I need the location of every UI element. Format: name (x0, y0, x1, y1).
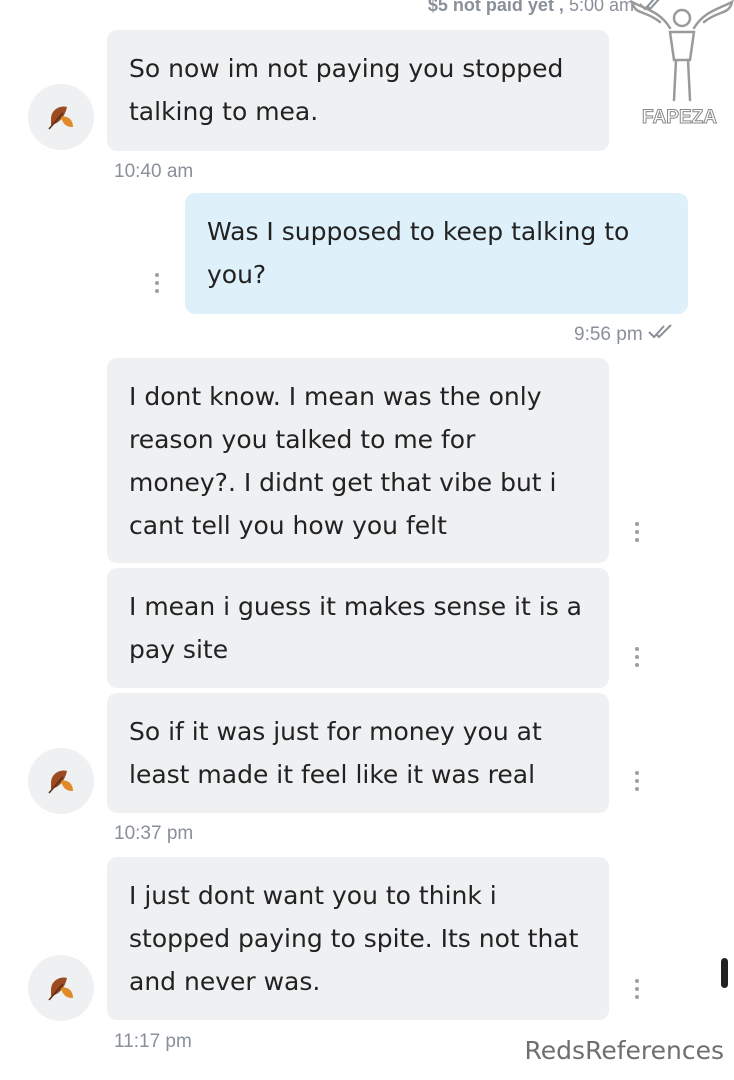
status-time: 5:00 am (568, 0, 634, 15)
message-bubble-incoming: I just dont want you to think i stopped … (107, 857, 609, 1020)
message-bubble-outgoing: Was I supposed to keep talking to you? (185, 193, 688, 314)
message-bubble-incoming: I mean i guess it makes sense it is a pa… (107, 568, 609, 688)
avatar[interactable] (28, 84, 94, 150)
message-bubble-incoming: So now im not paying you stopped talking… (107, 30, 609, 151)
autumn-leaves-icon (48, 770, 73, 794)
autumn-leaves-icon (48, 977, 73, 1001)
double-check-icon (647, 324, 679, 346)
more-vertical-icon[interactable] (632, 520, 642, 544)
payment-status: $5 not paid yet , 5:00 am (0, 0, 668, 17)
more-vertical-icon[interactable] (632, 769, 642, 793)
message-timestamp: 11:17 pm (114, 1031, 192, 1052)
scrollbar-thumb[interactable] (721, 958, 728, 988)
avatar[interactable] (28, 748, 94, 814)
message-timestamp: 9:56 pm (574, 324, 679, 346)
more-vertical-icon[interactable] (152, 271, 162, 295)
message-timestamp: 10:37 pm (114, 823, 194, 844)
message-timestamp: 10:40 am (114, 161, 194, 182)
autumn-leaves-icon (48, 106, 73, 130)
brand-wordmark: FAPEZA (642, 107, 718, 129)
message-bubble-incoming: I dont know. I mean was the only reason … (107, 358, 609, 563)
more-vertical-icon[interactable] (632, 977, 642, 1001)
paid-status-text: $5 not paid yet , (427, 0, 564, 15)
more-vertical-icon[interactable] (632, 645, 642, 669)
source-watermark: RedsReferences (524, 1036, 724, 1065)
avatar[interactable] (28, 955, 94, 1021)
message-bubble-incoming: So if it was just for money you at least… (107, 693, 609, 813)
